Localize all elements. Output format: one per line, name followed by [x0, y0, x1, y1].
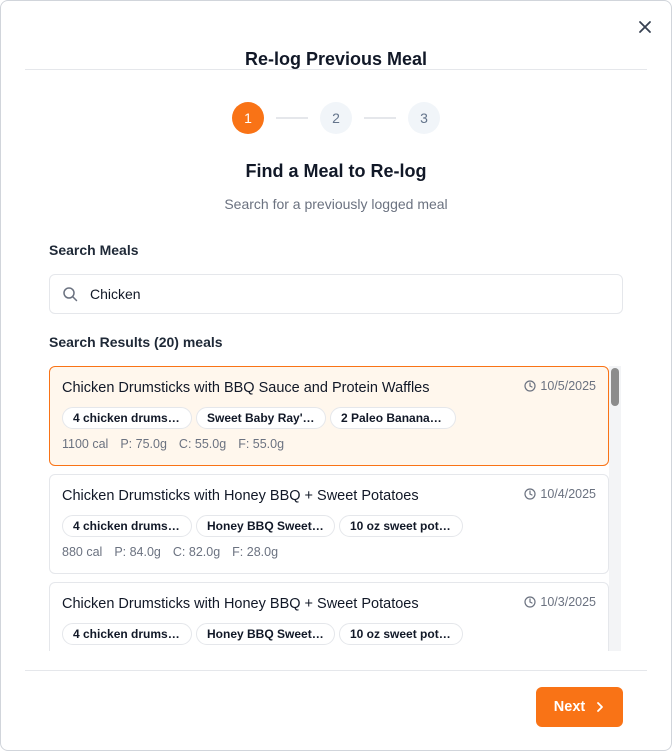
search-label: Search Meals — [49, 242, 139, 258]
ingredient-chips: 4 chicken drums… Honey BBQ Sweet… 10 oz … — [62, 623, 463, 645]
ingredient-chip: Honey BBQ Sweet… — [196, 623, 335, 645]
stepper: 1 2 3 — [232, 102, 440, 134]
meal-title: Chicken Drumsticks with Honey BBQ + Swee… — [62, 596, 419, 612]
meal-date-text: 10/3/2025 — [540, 595, 596, 609]
calories: 880 cal — [62, 545, 103, 559]
ingredient-chip: Honey BBQ Sweet… — [196, 515, 335, 537]
meal-macros: 1100 cal P: 75.0g C: 55.0g F: 55.0g — [62, 437, 284, 451]
clock-icon — [524, 596, 536, 608]
next-label: Next — [553, 699, 586, 715]
results-scrollbar[interactable] — [609, 366, 621, 651]
meal-date: 10/3/2025 — [524, 595, 596, 609]
step-3: 3 — [408, 102, 440, 134]
ingredient-chip: Sweet Baby Ray'… — [196, 407, 326, 429]
ingredient-chip: 4 chicken drums… — [62, 407, 192, 429]
meal-card[interactable]: Chicken Drumsticks with Honey BBQ + Swee… — [49, 474, 609, 574]
next-button[interactable]: Next — [536, 687, 623, 727]
step-1: 1 — [232, 102, 264, 134]
modal-title: Re-log Previous Meal — [244, 49, 428, 69]
step-2: 2 — [320, 102, 352, 134]
search-input[interactable] — [90, 286, 570, 302]
meal-title: Chicken Drumsticks with Honey BBQ + Swee… — [62, 488, 419, 504]
footer-divider — [25, 670, 647, 671]
meal-macros: 880 cal P: 84.0g C: 82.0g F: 28.0g — [62, 545, 278, 559]
fat: F: 28.0g — [232, 545, 279, 559]
step-connector — [276, 117, 308, 119]
title-divider — [25, 69, 647, 70]
calories: 1100 cal — [62, 437, 109, 451]
chevron-right-icon — [597, 702, 604, 712]
results-list: Chicken Drumsticks with BBQ Sauce and Pr… — [49, 366, 623, 651]
search-icon — [63, 287, 78, 302]
meal-date-text: 10/5/2025 — [540, 379, 596, 393]
ingredient-chip: 4 chicken drums… — [62, 623, 192, 645]
protein: P: 75.0g — [120, 437, 167, 451]
results-label: Search Results (20) meals — [49, 334, 223, 350]
meal-title: Chicken Drumsticks with BBQ Sauce and Pr… — [62, 380, 430, 396]
meal-date: 10/5/2025 — [524, 379, 596, 393]
meal-card[interactable]: Chicken Drumsticks with Honey BBQ + Swee… — [49, 582, 609, 651]
fat: F: 55.0g — [238, 437, 285, 451]
ingredient-chip: 4 chicken drums… — [62, 515, 192, 537]
ingredient-chips: 4 chicken drums… Sweet Baby Ray'… 2 Pale… — [62, 407, 456, 429]
ingredient-chip: 10 oz sweet pot… — [339, 623, 463, 645]
step-connector — [364, 117, 396, 119]
ingredient-chip: 2 Paleo Banana … — [330, 407, 456, 429]
ingredient-chips: 4 chicken drums… Honey BBQ Sweet… 10 oz … — [62, 515, 463, 537]
meal-date-text: 10/4/2025 — [540, 487, 596, 501]
carbs: C: 82.0g — [172, 545, 221, 559]
meal-card[interactable]: Chicken Drumsticks with BBQ Sauce and Pr… — [49, 366, 609, 466]
close-button[interactable] — [635, 17, 655, 37]
scrollbar-thumb[interactable] — [611, 368, 619, 406]
carbs: C: 55.0g — [178, 437, 227, 451]
meal-date: 10/4/2025 — [524, 487, 596, 501]
clock-icon — [524, 380, 536, 392]
step-heading: Find a Meal to Re-log — [245, 161, 427, 181]
close-icon — [639, 21, 651, 33]
protein: P: 84.0g — [114, 545, 161, 559]
ingredient-chip: 10 oz sweet pot… — [339, 515, 463, 537]
clock-icon — [524, 488, 536, 500]
step-subtitle: Search for a previously logged meal — [224, 196, 448, 212]
search-field[interactable] — [49, 274, 623, 314]
relog-meal-modal: Re-log Previous Meal 1 2 3 Find a Meal t… — [0, 0, 672, 751]
